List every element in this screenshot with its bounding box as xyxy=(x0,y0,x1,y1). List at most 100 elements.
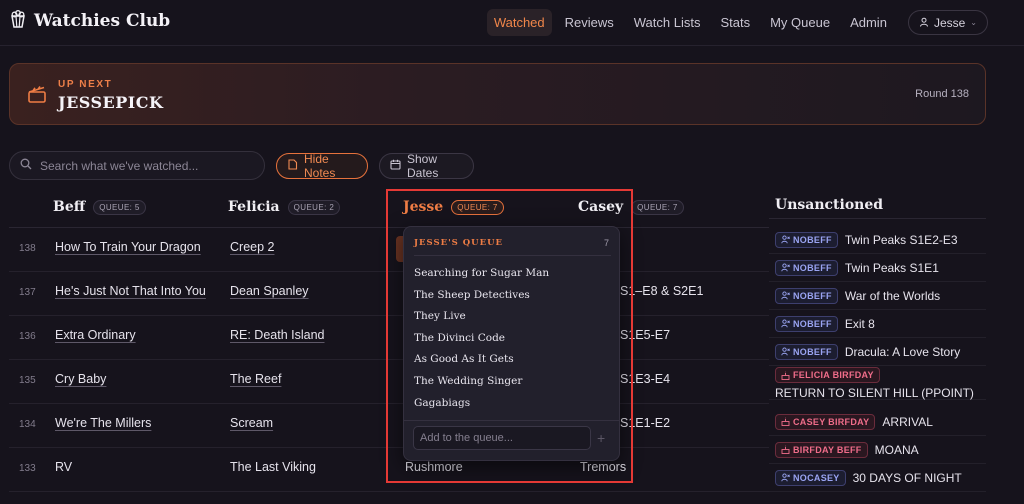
unsanctioned-title-text: War of the Worlds xyxy=(844,288,941,303)
user-x-icon xyxy=(781,263,790,272)
tag-label: BIRFDAY BEFF xyxy=(793,444,862,455)
show-dates-button[interactable]: Show Dates xyxy=(379,152,474,180)
brand[interactable]: Watchies Club xyxy=(10,10,170,31)
movie-link[interactable]: How To Train Your Dragon xyxy=(55,240,201,254)
cake-icon xyxy=(781,445,790,454)
nav-stats[interactable]: Stats xyxy=(713,9,757,36)
round-number: 135 xyxy=(19,375,36,386)
unsanctioned-title-text: Exit 8 xyxy=(844,316,875,331)
unsanctioned-item[interactable]: BIRFDAY BEFF MOANA xyxy=(769,436,986,464)
hide-notes-button[interactable]: Hide Notes xyxy=(276,152,368,180)
round-number: 134 xyxy=(19,419,36,430)
up-next-banner: UP NEXT JESSEPICK Round 138 xyxy=(9,63,986,125)
queue-badge[interactable]: QUEUE: 2 xyxy=(287,199,341,215)
search-box xyxy=(9,151,265,180)
round-number: 137 xyxy=(19,287,36,298)
column-header-beff: Beff QUEUE: 5 xyxy=(53,199,146,215)
user-icon xyxy=(919,16,929,30)
tag-badge: NOBEFF xyxy=(775,287,838,304)
tag-badge: FELICIA BIRFDAY xyxy=(775,367,880,383)
search-input[interactable] xyxy=(40,158,240,173)
show-dates-label: Show Dates xyxy=(407,152,439,180)
user-x-icon xyxy=(781,347,790,356)
column-header-felicia: Felicia QUEUE: 2 xyxy=(228,199,341,215)
column-name: Felicia xyxy=(228,199,280,215)
nav-my-queue[interactable]: My Queue xyxy=(763,9,837,36)
movie-link[interactable]: The Last Viking xyxy=(230,460,316,474)
note-icon xyxy=(287,159,298,173)
user-x-icon xyxy=(781,473,790,482)
unsanctioned-title-text: 30 DAYS OF NIGHT xyxy=(852,470,962,485)
movie-link[interactable]: Dean Spanley xyxy=(230,284,309,298)
chevron-down-icon: ⌄ xyxy=(970,18,977,27)
queue-badge[interactable]: QUEUE: 5 xyxy=(93,199,146,215)
unsanctioned-item[interactable]: CASEY BIRFDAY ARRIVAL xyxy=(769,408,986,436)
round-number: 133 xyxy=(19,463,36,474)
tag-badge: NOBEFF xyxy=(775,231,838,248)
user-x-icon xyxy=(781,291,790,300)
tag-badge: CASEY BIRFDAY xyxy=(775,413,876,430)
tag-label: CASEY BIRFDAY xyxy=(793,416,870,427)
tag-badge: NOBEFF xyxy=(775,259,838,276)
user-x-icon xyxy=(781,235,790,244)
unsanctioned-item[interactable]: NOBEFF Dracula: A Love Story xyxy=(769,338,986,366)
user-x-icon xyxy=(781,319,790,328)
unsanctioned-item[interactable]: FELICIA BIRFDAY RETURN TO SILENT HILL (P… xyxy=(769,367,986,400)
unsanctioned-item[interactable]: NOBEFF Twin Peaks S1E2-E3 xyxy=(769,226,986,254)
tag-badge: BIRFDAY BEFF xyxy=(775,441,868,458)
tag-label: NOBEFF xyxy=(793,262,832,273)
nav-watched[interactable]: Watched xyxy=(486,9,552,36)
user-menu-button[interactable]: Jesse ⌄ xyxy=(907,10,988,35)
unsanctioned-divider xyxy=(769,218,986,219)
tag-label: NOCASEY xyxy=(793,472,840,483)
hide-notes-label: Hide Notes xyxy=(304,152,336,180)
up-next-label: UP NEXT xyxy=(58,79,113,90)
unsanctioned-item[interactable]: NOCASEY 30 DAYS OF NIGHT xyxy=(769,464,986,492)
queue-badge[interactable]: QUEUE: 7 xyxy=(631,199,684,215)
unsanctioned-title-text: Twin Peaks S1E2-E3 xyxy=(844,232,958,247)
movie-link[interactable]: RE: Death Island xyxy=(230,328,325,342)
unsanctioned-item[interactable]: NOBEFF Exit 8 xyxy=(769,310,986,338)
tag-label: NOBEFF xyxy=(793,318,832,329)
top-nav: Watchies Club Watched Reviews Watch List… xyxy=(0,0,1024,46)
nav-watch-lists[interactable]: Watch Lists xyxy=(627,9,708,36)
movie-link[interactable]: The Reef xyxy=(230,372,281,386)
up-next-title: JESSEPICK xyxy=(58,93,164,112)
app-title: Watchies Club xyxy=(34,10,171,31)
movie-link[interactable]: Cry Baby xyxy=(55,372,106,386)
column-name: Beff xyxy=(53,199,86,215)
unsanctioned-item[interactable]: NOBEFF War of the Worlds xyxy=(769,282,986,310)
nav-admin[interactable]: Admin xyxy=(843,9,894,36)
unsanctioned-title-text: MOANA xyxy=(874,442,919,457)
round-number: 136 xyxy=(19,331,36,342)
unsanctioned-title-text: Twin Peaks S1E1 xyxy=(844,260,939,275)
unsanctioned-title-text: RETURN TO SILENT HILL (PPOINT) xyxy=(775,386,974,400)
tag-label: FELICIA BIRFDAY xyxy=(793,370,874,380)
movie-link[interactable]: We're The Millers xyxy=(55,416,151,430)
highlight-box xyxy=(386,189,633,483)
calendar-icon xyxy=(390,159,401,173)
search-icon xyxy=(20,158,32,173)
tag-label: NOBEFF xyxy=(793,346,832,357)
movie-link[interactable]: Scream xyxy=(230,416,273,430)
movie-link[interactable]: Extra Ordinary xyxy=(55,328,136,342)
clapperboard-icon xyxy=(27,85,47,103)
tag-badge: NOBEFF xyxy=(775,315,838,332)
cake-icon xyxy=(781,417,790,426)
tag-badge: NOBEFF xyxy=(775,343,838,360)
main-nav: Watched Reviews Watch Lists Stats My Que… xyxy=(486,9,988,36)
movie-link[interactable]: Creep 2 xyxy=(230,240,274,254)
cake-icon xyxy=(781,371,790,380)
tag-label: NOBEFF xyxy=(793,234,832,245)
unsanctioned-title: Unsanctioned xyxy=(775,197,884,213)
unsanctioned-item[interactable]: NOBEFF Twin Peaks S1E1 xyxy=(769,254,986,282)
nav-reviews[interactable]: Reviews xyxy=(558,9,621,36)
movie-link[interactable]: He's Just Not That Into You xyxy=(55,284,206,298)
popcorn-icon xyxy=(10,10,26,31)
tag-badge: NOCASEY xyxy=(775,469,846,486)
movie-link[interactable]: RV xyxy=(55,460,72,474)
round-number: 138 xyxy=(19,243,36,254)
unsanctioned-title-text: ARRIVAL xyxy=(882,414,933,429)
user-name: Jesse xyxy=(933,15,966,30)
unsanctioned-title-text: Dracula: A Love Story xyxy=(844,344,961,359)
